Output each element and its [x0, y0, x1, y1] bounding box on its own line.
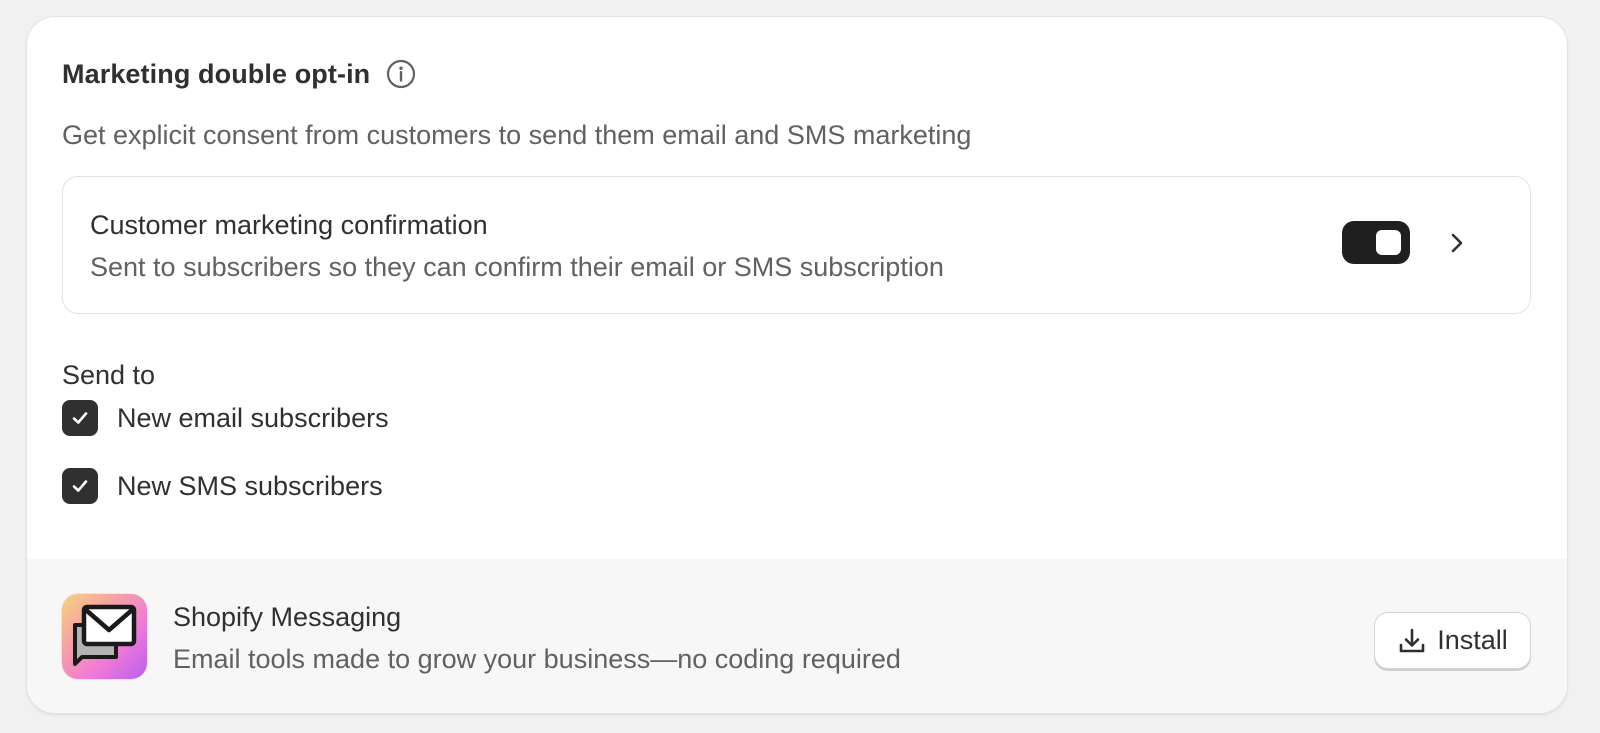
confirmation-description: Sent to subscribers so they can confirm … [90, 252, 944, 282]
section-header: Marketing double opt-in [62, 57, 416, 91]
app-name: Shopify Messaging [173, 602, 402, 632]
download-icon [1397, 626, 1427, 656]
install-button[interactable]: Install [1374, 612, 1531, 669]
customer-marketing-confirmation-row[interactable]: Customer marketing confirmation Sent to … [62, 176, 1531, 314]
checkmark-icon [72, 480, 88, 492]
settings-card: Marketing double opt-in Get explicit con… [27, 17, 1567, 713]
option-new-sms-subscribers[interactable]: New SMS subscribers [62, 468, 383, 504]
sms-subscribers-checkbox[interactable] [62, 468, 98, 504]
sms-subscribers-label[interactable]: New SMS subscribers [117, 471, 383, 502]
confirmation-title: Customer marketing confirmation [90, 210, 488, 240]
email-subscribers-label[interactable]: New email subscribers [117, 403, 389, 434]
app-description: Email tools made to grow your business—n… [173, 644, 901, 674]
install-button-label: Install [1437, 625, 1508, 655]
section-title: Marketing double opt-in [62, 58, 371, 89]
option-new-email-subscribers[interactable]: New email subscribers [62, 400, 389, 436]
send-to-label: Send to [62, 360, 156, 390]
chevron-right-icon[interactable] [1443, 229, 1471, 257]
info-icon[interactable] [386, 59, 416, 89]
confirmation-toggle[interactable] [1342, 221, 1410, 264]
toggle-knob [1376, 230, 1401, 255]
app-promo-section: Shopify Messaging Email tools made to gr… [27, 559, 1567, 713]
messaging-app-icon [62, 594, 147, 679]
checkmark-icon [72, 412, 88, 424]
double-opt-in-section: Marketing double opt-in Get explicit con… [27, 17, 1567, 559]
email-subscribers-checkbox[interactable] [62, 400, 98, 436]
section-subtitle: Get explicit consent from customers to s… [62, 120, 972, 150]
